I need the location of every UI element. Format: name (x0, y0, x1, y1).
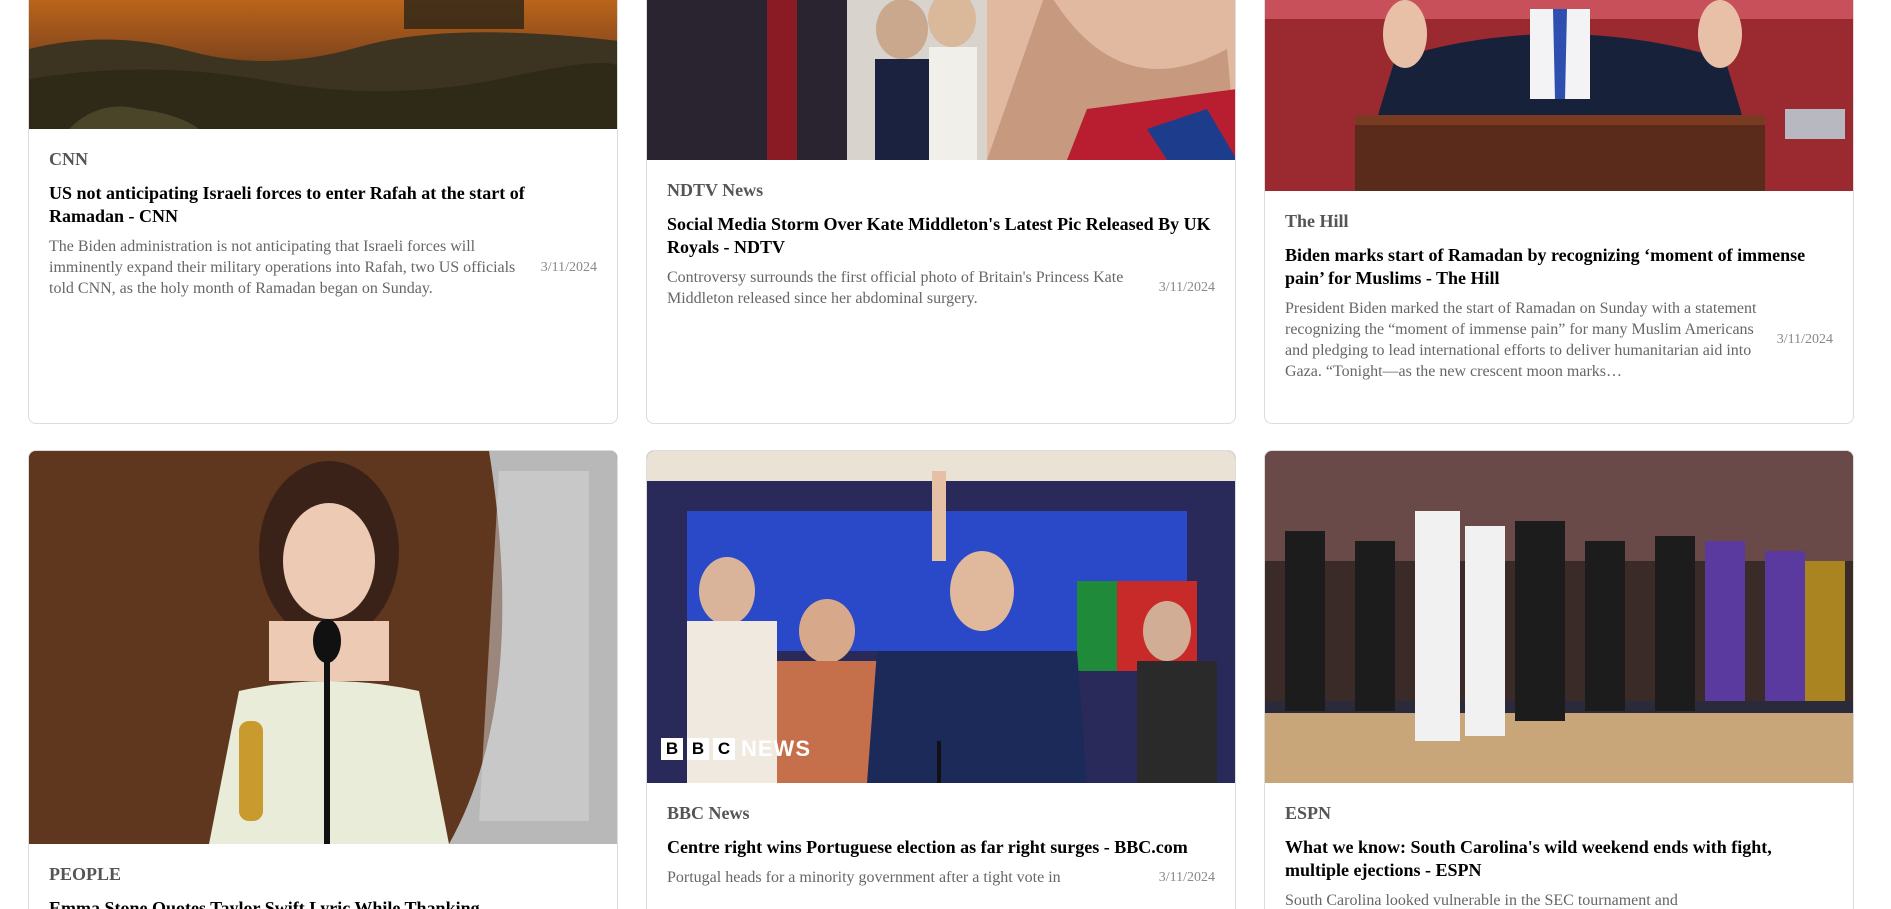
article-source: CNN (49, 149, 88, 169)
article-title[interactable]: What we know: South Carolina's wild week… (1285, 836, 1833, 882)
article-image[interactable] (1265, 451, 1853, 783)
article-source: PEOPLE (49, 864, 122, 884)
article-source: BBC News (667, 803, 750, 823)
article-date: 3/11/2024 (1158, 280, 1215, 295)
news-card[interactable]: CNN US not anticipating Israeli forces t… (28, 0, 618, 424)
article-image[interactable] (1265, 0, 1853, 191)
article-source: The Hill (1285, 211, 1349, 231)
article-summary: South Carolina looked vulnerable in the … (1285, 892, 1678, 909)
article-title[interactable]: Centre right wins Portuguese election as… (667, 836, 1215, 859)
article-date: 3/11/2024 (540, 259, 597, 275)
bbc-news-logo: B B C NEWS (661, 736, 811, 762)
article-image[interactable]: B B C NEWS (647, 451, 1235, 783)
article-title[interactable]: Emma Stone Quotes Taylor Swift Lyric Whi… (49, 897, 597, 909)
article-date: 3/11/2024 (1158, 869, 1215, 885)
article-image[interactable] (647, 0, 1235, 160)
article-summary: Controversy surrounds the first official… (667, 269, 1124, 307)
article-summary: The Biden administration is not anticipa… (49, 238, 516, 297)
article-title[interactable]: Social Media Storm Over Kate Middleton's… (667, 213, 1215, 259)
article-image[interactable] (29, 451, 617, 844)
article-source: ESPN (1285, 803, 1332, 823)
article-title[interactable]: US not anticipating Israeli forces to en… (49, 182, 597, 228)
article-summary: President Biden marked the start of Rama… (1285, 300, 1757, 380)
news-card[interactable]: B B C NEWS BBC News Centre right wins Po… (646, 450, 1236, 909)
article-source: NDTV News (667, 180, 764, 200)
news-grid: CNN US not anticipating Israeli forces t… (0, 0, 1891, 909)
news-card[interactable]: The Hill Biden marks start of Ramadan by… (1264, 0, 1854, 424)
article-summary: Portugal heads for a minority government… (667, 869, 1061, 886)
news-card[interactable]: PEOPLE Emma Stone Quotes Taylor Swift Ly… (28, 450, 618, 909)
article-image[interactable] (29, 0, 617, 129)
article-date: 3/11/2024 (1776, 332, 1833, 347)
news-card[interactable]: NDTV News Social Media Storm Over Kate M… (646, 0, 1236, 424)
news-card[interactable]: ESPN What we know: South Carolina's wild… (1264, 450, 1854, 909)
article-title[interactable]: Biden marks start of Ramadan by recogniz… (1285, 244, 1833, 290)
